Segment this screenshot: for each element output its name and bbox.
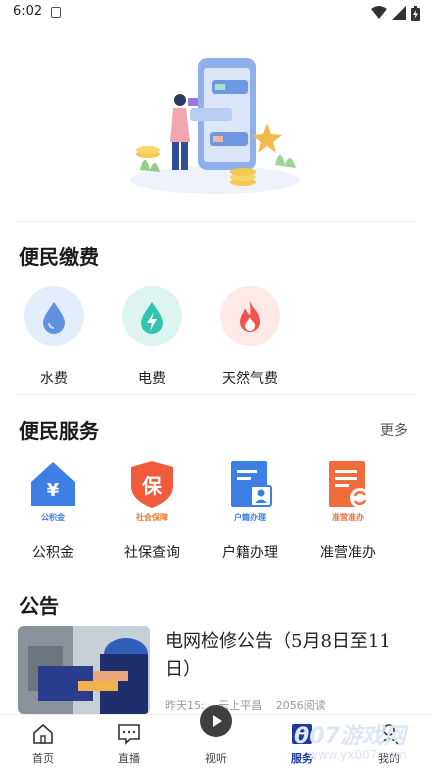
payment-section-title: 便民缴费 xyxy=(19,245,99,269)
housing-fund-icon-wrap: ¥ 公积金 xyxy=(28,458,78,522)
social-security-icon-text: 社会保障 xyxy=(136,513,168,522)
business-license-label: 准营准办 xyxy=(320,545,376,561)
notice-title[interactable]: 电网检修公告（5月8日至11日） xyxy=(165,628,415,684)
social-security-button[interactable]: 保 社会保障 社保查询 xyxy=(110,458,194,561)
notice-section-title: 公告 xyxy=(19,594,59,618)
center-play-button[interactable] xyxy=(200,705,232,737)
gas-fee-button[interactable]: 天然气费 xyxy=(215,286,285,387)
water-fee-button[interactable]: 水费 xyxy=(19,286,89,387)
home-icon xyxy=(33,723,53,744)
notice-reads: 2056阅读 xyxy=(275,699,326,712)
social-security-label: 社保查询 xyxy=(124,545,180,561)
notice-meta: 昨天15: 云上平昌 2056阅读 xyxy=(165,697,336,713)
watermark-url: www.yx007.com xyxy=(308,748,407,762)
social-security-glyph: 保 xyxy=(142,474,162,498)
wifi-icon xyxy=(371,6,387,19)
business-license-button[interactable]: 准营准办 准营准办 xyxy=(306,458,390,561)
play-icon xyxy=(213,715,222,727)
household-register-label: 户籍办理 xyxy=(222,545,278,561)
svg-text:¥: ¥ xyxy=(47,480,60,501)
status-bar: 6:02 xyxy=(0,0,432,26)
signal-icon xyxy=(392,6,406,20)
gas-fee-icon-bg xyxy=(220,286,280,346)
more-services-link[interactable]: 更多 xyxy=(380,420,408,440)
business-license-icon xyxy=(329,461,370,508)
electricity-fee-button[interactable]: 电费 xyxy=(117,286,187,387)
notice-thumbnail[interactable] xyxy=(18,626,150,714)
business-license-icon-wrap: 准营准办 xyxy=(323,458,373,522)
housing-fund-button[interactable]: ¥ 公积金 公积金 xyxy=(11,458,95,561)
household-register-icon-wrap: 户籍办理 xyxy=(225,458,275,522)
watermark: 007游戏网 www.yx007.com xyxy=(294,718,424,768)
flame-icon xyxy=(240,301,260,332)
services-section-title: 便民服务 xyxy=(19,419,99,443)
battery-icon xyxy=(411,5,420,21)
app-notification-icon xyxy=(51,7,61,18)
housing-fund-icon-text: 公积金 xyxy=(41,513,65,522)
status-time: 6:02 xyxy=(13,4,43,19)
watermark-brand: 007游戏网 xyxy=(294,724,406,749)
live-chat-icon xyxy=(118,724,140,745)
housing-fund-label: 公积金 xyxy=(32,545,74,561)
payment-divider xyxy=(18,394,414,395)
electricity-fee-icon-bg xyxy=(122,286,182,346)
tab-live[interactable]: 直播 xyxy=(86,715,172,768)
water-fee-icon-bg xyxy=(24,286,84,346)
tab-media-label: 视听 xyxy=(205,752,227,765)
notice-date: 昨天15: xyxy=(165,699,205,712)
electricity-fee-label: 电费 xyxy=(138,371,166,387)
tab-home[interactable]: 首页 xyxy=(0,715,86,768)
household-register-icon xyxy=(231,461,272,507)
household-register-icon-text: 户籍办理 xyxy=(234,513,266,522)
household-register-button[interactable]: 户籍办理 户籍办理 xyxy=(208,458,292,561)
status-icons xyxy=(371,5,420,21)
social-security-icon-wrap: 保 社会保障 xyxy=(127,458,177,522)
lightning-icon xyxy=(141,302,163,334)
hero-divider xyxy=(18,221,414,222)
water-drop-icon xyxy=(43,302,65,334)
housing-fund-icon: ¥ xyxy=(28,462,78,512)
worker-photo xyxy=(18,626,150,714)
gas-fee-label: 天然气费 xyxy=(222,371,278,387)
water-fee-label: 水费 xyxy=(40,371,68,387)
business-license-icon-text: 准营准办 xyxy=(332,513,364,522)
tab-home-label: 首页 xyxy=(32,752,54,765)
tab-live-label: 直播 xyxy=(118,752,140,765)
hero-illustration xyxy=(130,58,300,194)
